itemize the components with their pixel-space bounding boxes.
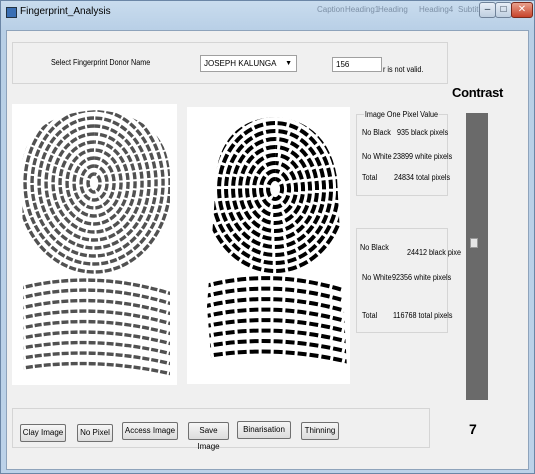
contrast-slider-thumb[interactable] bbox=[470, 238, 478, 248]
original-fingerprint-image bbox=[12, 104, 177, 385]
title-bar: Fingerprint_Analysis Caption Heading1 He… bbox=[1, 1, 535, 25]
minimize-button[interactable]: – bbox=[479, 2, 496, 18]
stats1-black-value: 935 black pixels bbox=[397, 128, 449, 137]
thinning-button[interactable]: Thinning bbox=[301, 422, 339, 440]
ghost-tab: Caption bbox=[317, 5, 345, 14]
validation-message: r is not valid. bbox=[383, 65, 424, 74]
ghost-tab: Heading4 bbox=[419, 5, 454, 14]
donor-label: Select Fingerprint Donor Name bbox=[51, 58, 151, 67]
access-image-button[interactable]: Access Image bbox=[122, 422, 178, 440]
stats2-white-label: No White bbox=[362, 273, 392, 282]
stats1-black-label: No Black bbox=[362, 128, 391, 137]
ghost-tab: Heading bbox=[378, 5, 408, 14]
stats1-white-value: 23899 white pixels bbox=[393, 152, 453, 161]
stats1-header: Image One Pixel Value bbox=[364, 110, 439, 119]
stats2-total-value: 116768 total pixels bbox=[393, 311, 453, 320]
maximize-button[interactable]: □ bbox=[495, 2, 512, 18]
clay-image-button[interactable]: Clay Image bbox=[20, 424, 66, 442]
contrast-value: 7 bbox=[469, 421, 477, 437]
stats2-total-label: Total bbox=[362, 311, 378, 320]
donor-value: JOSEPH KALUNGA bbox=[204, 59, 277, 68]
app-icon bbox=[6, 7, 17, 18]
stats1-total-value: 24834 total pixels bbox=[394, 173, 451, 182]
dropdown-arrow-icon[interactable]: ▼ bbox=[285, 56, 292, 71]
window-title: Fingerprint_Analysis bbox=[20, 6, 111, 17]
contrast-slider-track[interactable] bbox=[466, 113, 488, 400]
stats2-black-label: No Black bbox=[360, 243, 389, 252]
stats1-total-label: Total bbox=[362, 173, 378, 182]
no-pixel-button[interactable]: No Pixel bbox=[77, 424, 113, 442]
fingerprint-binary-icon bbox=[207, 117, 347, 364]
contrast-title: Contrast bbox=[452, 85, 504, 100]
fingerprint-gray-icon bbox=[22, 110, 170, 376]
stats1-white-label: No White bbox=[362, 152, 392, 161]
save-image-button[interactable]: Save Image bbox=[188, 422, 229, 451]
stats2-black-value: 24412 black pixe bbox=[407, 248, 462, 257]
stats2-white-value: 92356 white pixels bbox=[392, 273, 452, 282]
pixel-value-input[interactable]: 156 bbox=[332, 57, 382, 72]
donor-dropdown[interactable]: JOSEPH KALUNGA ▼ bbox=[200, 55, 297, 72]
binarisation-button[interactable]: Binarisation bbox=[237, 421, 291, 439]
close-button[interactable]: ✕ bbox=[511, 2, 533, 18]
binarised-fingerprint-image bbox=[187, 107, 350, 384]
ghost-tab: Heading1 bbox=[345, 5, 380, 14]
